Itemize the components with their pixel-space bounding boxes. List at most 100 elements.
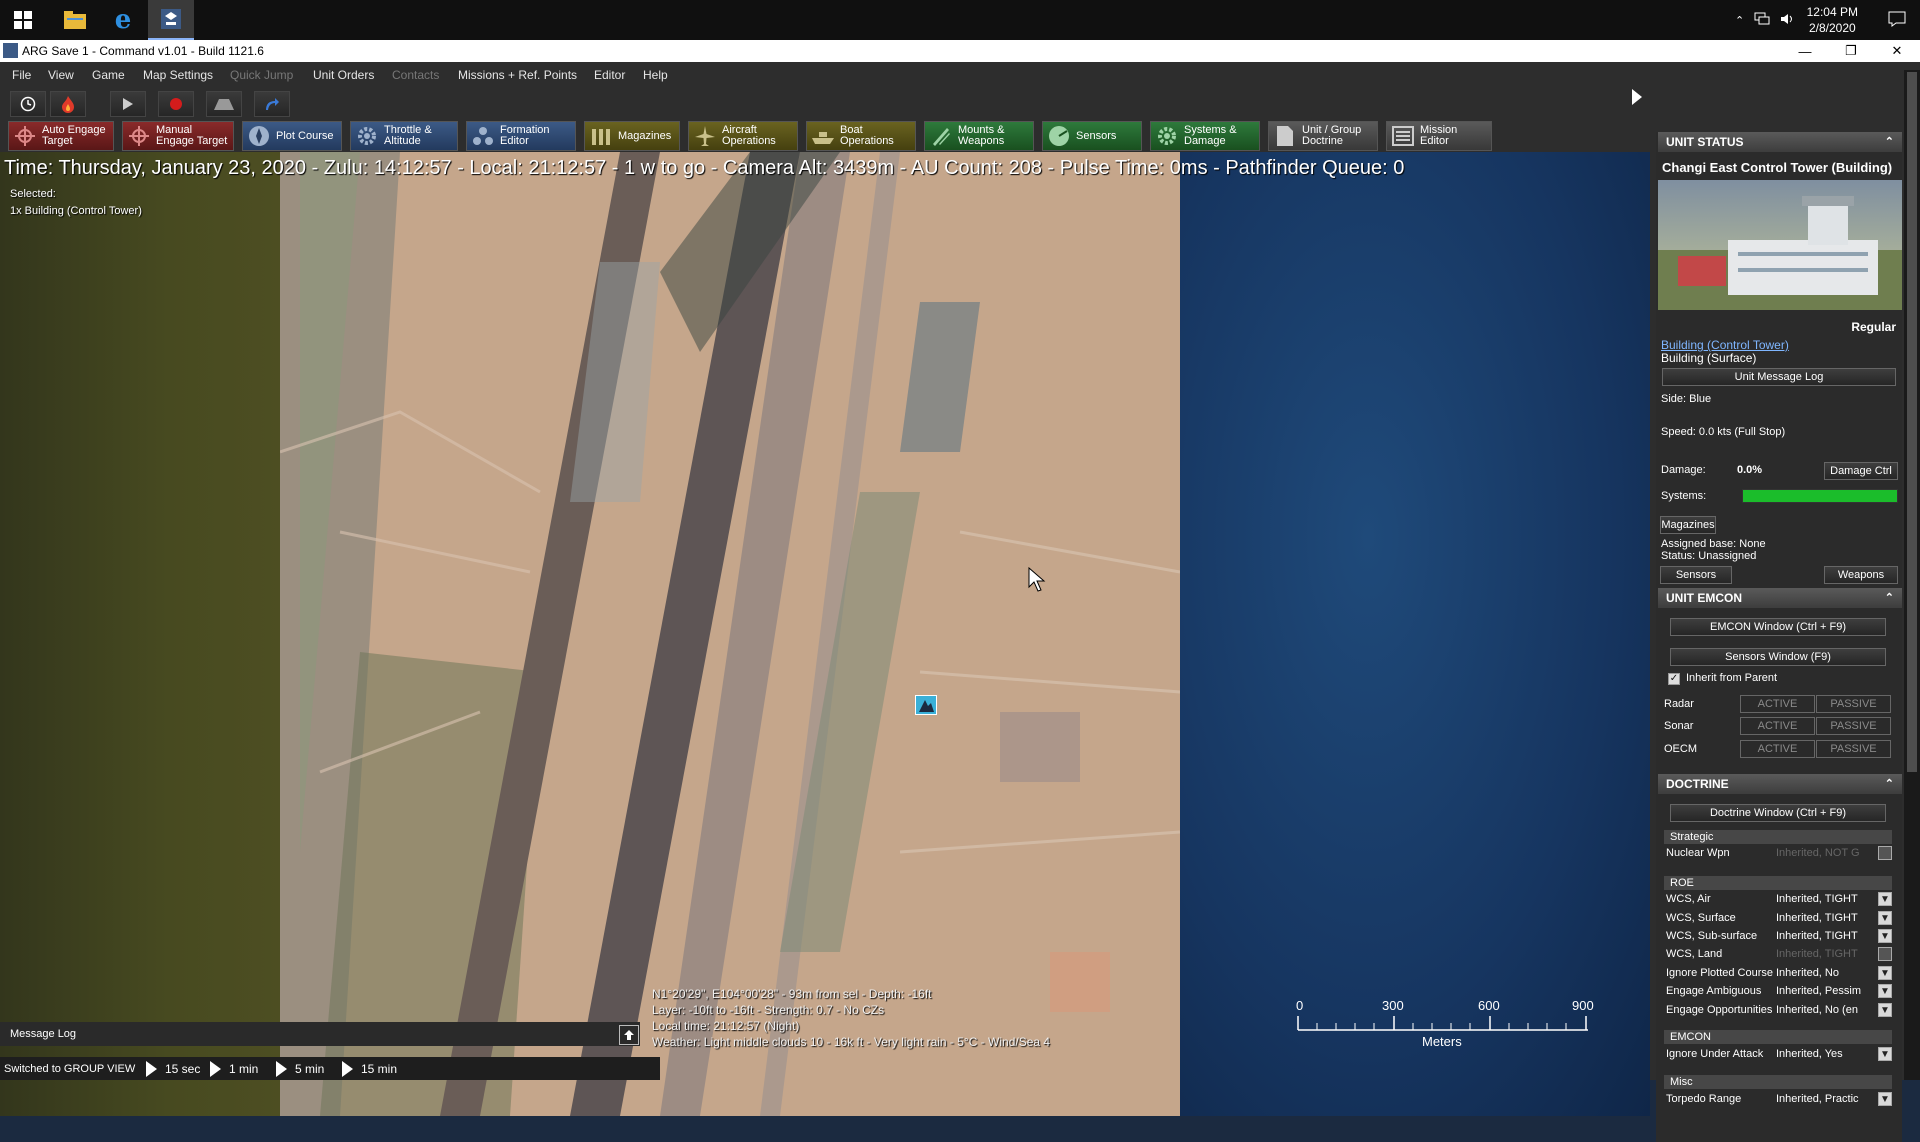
doctrine-key: Torpedo Range xyxy=(1666,1093,1742,1105)
unit-status-header[interactable]: UNIT STATUS ⌃ xyxy=(1658,132,1902,152)
radar-passive-button[interactable]: PASSIVE xyxy=(1816,695,1891,713)
plot-course-button[interactable]: Plot Course xyxy=(242,121,342,151)
edge-browser-icon[interactable]: e xyxy=(100,0,146,40)
collapse-icon[interactable]: ⌃ xyxy=(1885,135,1894,148)
dropdown-icon[interactable]: ▼ xyxy=(1878,929,1892,943)
manual-engage-target-button[interactable]: Manual Engage Target xyxy=(122,121,234,151)
sonar-passive-button[interactable]: PASSIVE xyxy=(1816,717,1891,735)
emcon-row-label: Radar xyxy=(1664,698,1694,710)
clock-date: 2/8/2020 xyxy=(1808,21,1856,35)
dropdown-icon[interactable]: ▼ xyxy=(1878,966,1892,980)
dropdown-icon[interactable]: ▼ xyxy=(1878,1092,1892,1106)
sensors-button[interactable]: Sensors xyxy=(1042,121,1142,151)
sonar-active-button[interactable]: ACTIVE xyxy=(1740,717,1815,735)
dropdown-icon[interactable]: ▼ xyxy=(1878,1003,1892,1017)
menu-editor[interactable]: Editor xyxy=(594,68,625,82)
doctrine-value: Inherited, No (en xyxy=(1776,1004,1858,1016)
volume-icon[interactable] xyxy=(1780,12,1796,29)
menu-help[interactable]: Help xyxy=(643,68,668,82)
damage-ctrl-button[interactable]: Damage Ctrl xyxy=(1824,462,1898,480)
command-app-icon[interactable] xyxy=(148,0,194,40)
panel-scrollbar[interactable] xyxy=(1904,70,1920,1080)
inherit-checkbox[interactable]: ✓ xyxy=(1668,673,1680,685)
group-label: Strategic xyxy=(1670,831,1714,843)
network-icon[interactable] xyxy=(1754,12,1770,29)
dropdown-icon[interactable]: ▼ xyxy=(1878,984,1892,998)
unit-group-doctrine-button[interactable]: Unit / Group Doctrine xyxy=(1268,121,1378,151)
dropdown-icon[interactable] xyxy=(1878,846,1892,860)
menu-view[interactable]: View xyxy=(48,68,74,82)
doctrine-key: WCS, Air xyxy=(1666,893,1711,905)
radar-active-button[interactable]: ACTIVE xyxy=(1740,695,1815,713)
unit-class-link[interactable]: Building (Control Tower) xyxy=(1661,338,1789,352)
record-icon[interactable] xyxy=(158,91,194,117)
menu-map-settings[interactable]: Map Settings xyxy=(143,68,213,82)
time-5-min-button[interactable]: 5 min xyxy=(276,1061,324,1077)
emcon-window-button[interactable]: EMCON Window (Ctrl + F9) xyxy=(1670,618,1886,636)
menu-quick-jump[interactable]: Quick Jump xyxy=(230,68,293,82)
clock-icon[interactable] xyxy=(10,91,46,117)
magazines-panel-button[interactable]: Magazines xyxy=(1660,516,1716,534)
tactical-map[interactable]: Time: Thursday, January 23, 2020 - Zulu:… xyxy=(0,152,1650,1116)
dropdown-icon[interactable]: ▼ xyxy=(1878,892,1892,906)
play-icon[interactable] xyxy=(110,91,146,117)
sensors-window-button[interactable]: Sensors Window (F9) xyxy=(1670,648,1886,666)
panel-toggle-arrow-icon[interactable] xyxy=(1626,82,1648,112)
dropdown-icon[interactable] xyxy=(1878,947,1892,961)
close-icon[interactable]: ✕ xyxy=(1874,40,1920,62)
menu-unit-orders[interactable]: Unit Orders xyxy=(313,68,374,82)
doctrine-header[interactable]: DOCTRINE ⌃ xyxy=(1658,774,1902,794)
time-15-min-button[interactable]: 15 min xyxy=(342,1061,397,1077)
boat-operations-button[interactable]: Boat Operations xyxy=(806,121,916,151)
unit-message-log-button[interactable]: Unit Message Log xyxy=(1662,368,1896,386)
magazines-button[interactable]: Magazines xyxy=(584,121,680,151)
arrow-turn-icon[interactable] xyxy=(254,91,290,117)
minimize-icon[interactable]: — xyxy=(1782,40,1828,62)
doctrine-value: Inherited, TIGHT xyxy=(1776,912,1858,924)
menu-contacts[interactable]: Contacts xyxy=(392,68,439,82)
fire-icon[interactable] xyxy=(50,91,86,117)
group-label: ROE xyxy=(1670,877,1694,889)
tool-line2: Altitude xyxy=(384,135,421,147)
doctrine-row: Ignore Under Attack Inherited, Yes ▼ xyxy=(1664,1045,1892,1063)
mission-editor-button[interactable]: Mission Editor xyxy=(1386,121,1492,151)
tool-line1: Sensors xyxy=(1076,129,1117,142)
message-log-label[interactable]: Message Log xyxy=(10,1028,76,1040)
unit-side: Side: Blue xyxy=(1661,393,1712,405)
scrollbar-thumb[interactable] xyxy=(1907,72,1917,772)
menu-bar: File View Game Map Settings Quick Jump U… xyxy=(0,62,1650,88)
collapse-icon[interactable]: ⌃ xyxy=(1885,591,1894,604)
time-15-sec-button[interactable]: 15 sec xyxy=(146,1061,200,1077)
restore-icon[interactable]: ❐ xyxy=(1828,40,1874,62)
formation-editor-button[interactable]: Formation Editor xyxy=(466,121,576,151)
aircraft-operations-button[interactable]: Aircraft Operations xyxy=(688,121,798,151)
doctrine-group-strategic: Strategic xyxy=(1664,830,1892,844)
expand-up-icon[interactable] xyxy=(619,1025,639,1045)
unit-photo xyxy=(1658,180,1902,310)
menu-missions[interactable]: Missions + Ref. Points xyxy=(458,68,577,82)
oecm-passive-button[interactable]: PASSIVE xyxy=(1816,740,1891,758)
weapons-panel-button[interactable]: Weapons xyxy=(1824,566,1898,584)
sensors-panel-button[interactable]: Sensors xyxy=(1660,566,1732,584)
dropdown-icon[interactable]: ▼ xyxy=(1878,1047,1892,1061)
file-explorer-icon[interactable] xyxy=(52,0,98,40)
chevron-up-icon[interactable]: ⌃ xyxy=(1735,14,1744,27)
terrain-icon[interactable] xyxy=(206,91,242,117)
auto-engage-target-button[interactable]: Auto Engage Target xyxy=(8,121,114,151)
menu-file[interactable]: File xyxy=(12,68,31,82)
dropdown-icon[interactable]: ▼ xyxy=(1878,911,1892,925)
windows-start-icon[interactable] xyxy=(0,0,46,40)
notification-center-icon[interactable] xyxy=(1888,11,1906,30)
unit-emcon-header[interactable]: UNIT EMCON ⌃ xyxy=(1658,588,1902,608)
doctrine-window-button[interactable]: Doctrine Window (Ctrl + F9) xyxy=(1670,804,1886,822)
oecm-active-button[interactable]: ACTIVE xyxy=(1740,740,1815,758)
control-tower-unit-icon[interactable] xyxy=(915,695,937,715)
throttle-altitude-button[interactable]: Throttle & Altitude xyxy=(350,121,458,151)
time-1-min-button[interactable]: 1 min xyxy=(210,1061,258,1077)
mounts-weapons-button[interactable]: Mounts & Weapons xyxy=(924,121,1034,151)
taskbar-clock[interactable]: 12:04 PM 2/8/2020 xyxy=(1807,4,1858,36)
doctrine-value: Inherited, NOT G xyxy=(1776,847,1860,859)
systems-damage-button[interactable]: Systems & Damage xyxy=(1150,121,1260,151)
collapse-icon[interactable]: ⌃ xyxy=(1885,777,1894,790)
menu-game[interactable]: Game xyxy=(92,68,125,82)
